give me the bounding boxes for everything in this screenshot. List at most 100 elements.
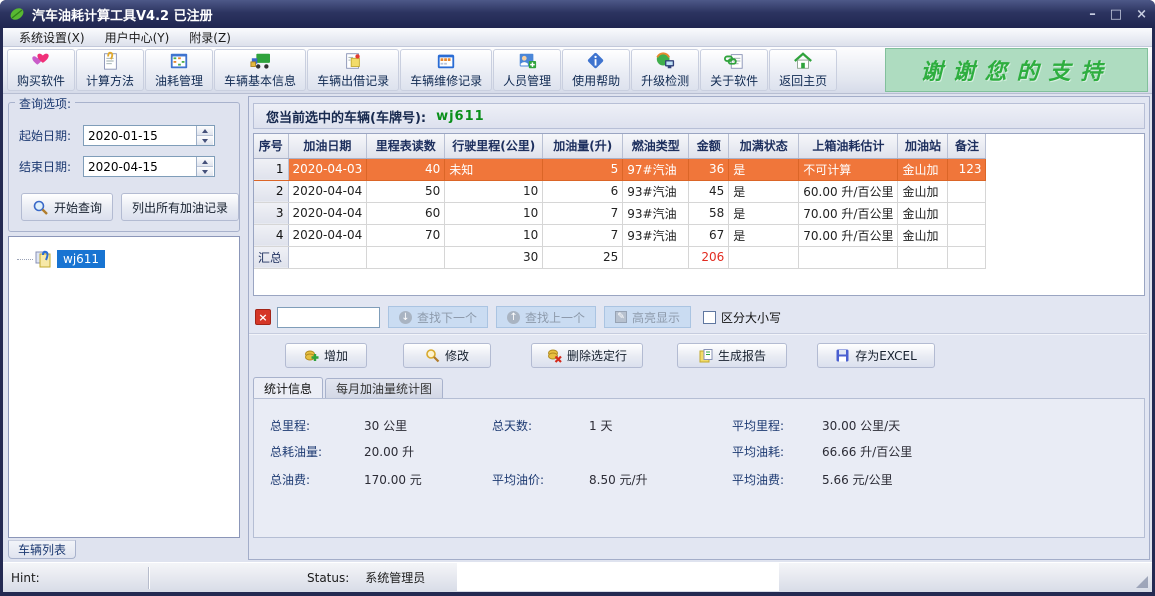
clipboard-icon [98, 51, 122, 71]
menu-appendix[interactable]: 附录(Z) [179, 28, 241, 47]
close-button[interactable]: × [1136, 7, 1147, 22]
table-row-selected[interactable]: 1 2020-04-03 40 未知 5 97#汽油 36 是 不可计算 金山加… [254, 158, 986, 180]
window-title: 汽车油耗计算工具V4.2 已注册 [32, 5, 213, 24]
menu-user-center[interactable]: 用户中心(Y) [95, 28, 180, 47]
menu-bar: 系统设置(X) 用户中心(Y) 附录(Z) [3, 28, 1152, 47]
status-user: 系统管理员 [357, 569, 433, 586]
col-odometer[interactable]: 里程表读数 [367, 134, 445, 158]
overlay-white-box [457, 563, 779, 591]
person-icon [515, 51, 539, 71]
col-amount[interactable]: 金额 [689, 134, 729, 158]
truck-icon [247, 51, 273, 71]
spin-down-icon [202, 170, 208, 174]
generate-report-button[interactable]: 生成报告 [677, 343, 787, 368]
end-date-label: 结束日期: [19, 158, 83, 175]
search-icon [32, 199, 49, 216]
query-group-title: 查询选项: [15, 95, 75, 112]
col-full-status[interactable]: 加满状态 [729, 134, 799, 158]
delete-row-button[interactable]: 删除选定行 [531, 343, 643, 368]
save-excel-button[interactable]: 存为EXCEL [817, 343, 935, 368]
action-buttons: 增加 修改 删除选定行 [253, 340, 1145, 370]
support-banner: 谢谢您的支持 [885, 48, 1148, 92]
search-input[interactable] [277, 307, 380, 328]
table-row[interactable]: 4 2020-04-04 70 10 7 93#汽油 67 是 70.00 升/… [254, 224, 986, 246]
minimize-button[interactable]: – [1089, 7, 1096, 22]
repair-grid-icon [434, 51, 458, 71]
calc-method-button[interactable]: 计算方法 [76, 49, 144, 91]
spin-up-icon [202, 160, 208, 164]
end-date-input[interactable] [84, 157, 196, 176]
end-date-field [83, 156, 215, 177]
vehicle-file-icon [34, 249, 54, 269]
total-fuel-label: 总耗油量: [270, 443, 322, 460]
total-cost-label: 总油费: [270, 471, 310, 488]
search-bar: × ↓ 查找下一个 ↑ 查找上一个 ✎ 高亮显示 区分大小写 [253, 303, 1145, 331]
col-date[interactable]: 加油日期 [288, 134, 367, 158]
col-fuel-type[interactable]: 燃油类型 [623, 134, 689, 158]
selected-vehicle-label: 您当前选中的车辆(车牌号): [266, 107, 426, 126]
total-cost-value: 170.00 元 [364, 471, 422, 488]
content-area: 查询选项: 起始日期: 结束日期: [3, 94, 1152, 562]
close-search-icon[interactable]: × [255, 309, 271, 325]
tab-statistics[interactable]: 统计信息 [253, 377, 323, 398]
col-index[interactable]: 序号 [254, 134, 288, 158]
upgrade-check-button[interactable]: 升级检测 [631, 49, 699, 91]
col-fuel-amount[interactable]: 加油量(升) [543, 134, 623, 158]
help-icon [584, 51, 608, 71]
about-button[interactable]: 关于软件 [700, 49, 768, 91]
fuel-manage-button[interactable]: 油耗管理 [145, 49, 213, 91]
start-date-spinner[interactable] [196, 126, 213, 145]
status-label: Status: [299, 571, 357, 585]
vehicle-info-button[interactable]: 车辆基本信息 [214, 49, 306, 91]
avg-mileage-value: 30.00 公里/天 [822, 417, 900, 434]
divider [249, 333, 1147, 335]
highlight-icon: ✎ [615, 311, 627, 323]
home-button[interactable]: 返回主页 [769, 49, 837, 91]
window-bottom-edge [0, 592, 1155, 596]
tree-connector [17, 259, 33, 260]
col-station[interactable]: 加油站 [898, 134, 948, 158]
avg-cost-label: 平均油费: [732, 471, 784, 488]
tree-item-wj611[interactable]: wj611 [17, 249, 105, 269]
note-icon [341, 51, 365, 71]
col-distance[interactable]: 行驶里程(公里) [445, 134, 543, 158]
total-mileage-label: 总里程: [270, 417, 310, 434]
vehicle-list-tab[interactable]: 车辆列表 [8, 540, 76, 559]
find-prev-button[interactable]: ↑ 查找上一个 [496, 306, 596, 328]
col-consumption-est[interactable]: 上箱油耗估计 [799, 134, 898, 158]
col-remark[interactable]: 备注 [948, 134, 986, 158]
avg-cost-value: 5.66 元/公里 [822, 471, 893, 488]
modify-button[interactable]: 修改 [403, 343, 491, 368]
vehicle-lend-button[interactable]: 车辆出借记录 [307, 49, 399, 91]
about-icon [722, 51, 746, 71]
tab-monthly-chart[interactable]: 每月加油量统计图 [325, 378, 443, 398]
report-icon [698, 348, 713, 363]
table-row[interactable]: 3 2020-04-04 60 10 7 93#汽油 58 是 70.00 升/… [254, 202, 986, 224]
main-panel: 您当前选中的车辆(车牌号): wj611 序号 加油日期 里程表读数 行驶里程(… [248, 96, 1150, 560]
vehicle-repair-button[interactable]: 车辆维修记录 [400, 49, 492, 91]
list-all-records-button[interactable]: 列出所有加油记录 [121, 193, 239, 221]
help-button[interactable]: 使用帮助 [562, 49, 630, 91]
delete-icon [547, 348, 562, 363]
find-next-button[interactable]: ↓ 查找下一个 [388, 306, 488, 328]
personnel-manage-button[interactable]: 人员管理 [493, 49, 561, 91]
case-sensitive-checkbox[interactable] [703, 311, 716, 324]
avg-consumption-label: 平均油耗: [732, 443, 784, 460]
highlight-button[interactable]: ✎ 高亮显示 [604, 306, 691, 328]
title-bar: 汽车油耗计算工具V4.2 已注册 – □ × [0, 0, 1155, 28]
end-date-spinner[interactable] [196, 157, 213, 176]
arrow-down-icon: ↓ [399, 311, 412, 324]
table-row[interactable]: 2 2020-04-04 50 10 6 93#汽油 45 是 60.00 升/… [254, 180, 986, 202]
total-days-value: 1 天 [589, 417, 612, 434]
buy-software-button[interactable]: 购买软件 [7, 49, 75, 91]
case-sensitive-label: 区分大小写 [721, 309, 781, 326]
resize-grip[interactable] [1136, 576, 1148, 588]
start-date-input[interactable] [84, 126, 196, 145]
spin-up-icon [202, 129, 208, 133]
tree-item-label: wj611 [57, 250, 105, 268]
avg-price-value: 8.50 元/升 [589, 471, 648, 488]
maximize-button[interactable]: □ [1110, 7, 1122, 22]
menu-system-settings[interactable]: 系统设置(X) [9, 28, 95, 47]
add-button[interactable]: 增加 [285, 343, 367, 368]
start-query-button[interactable]: 开始查询 [21, 193, 113, 221]
